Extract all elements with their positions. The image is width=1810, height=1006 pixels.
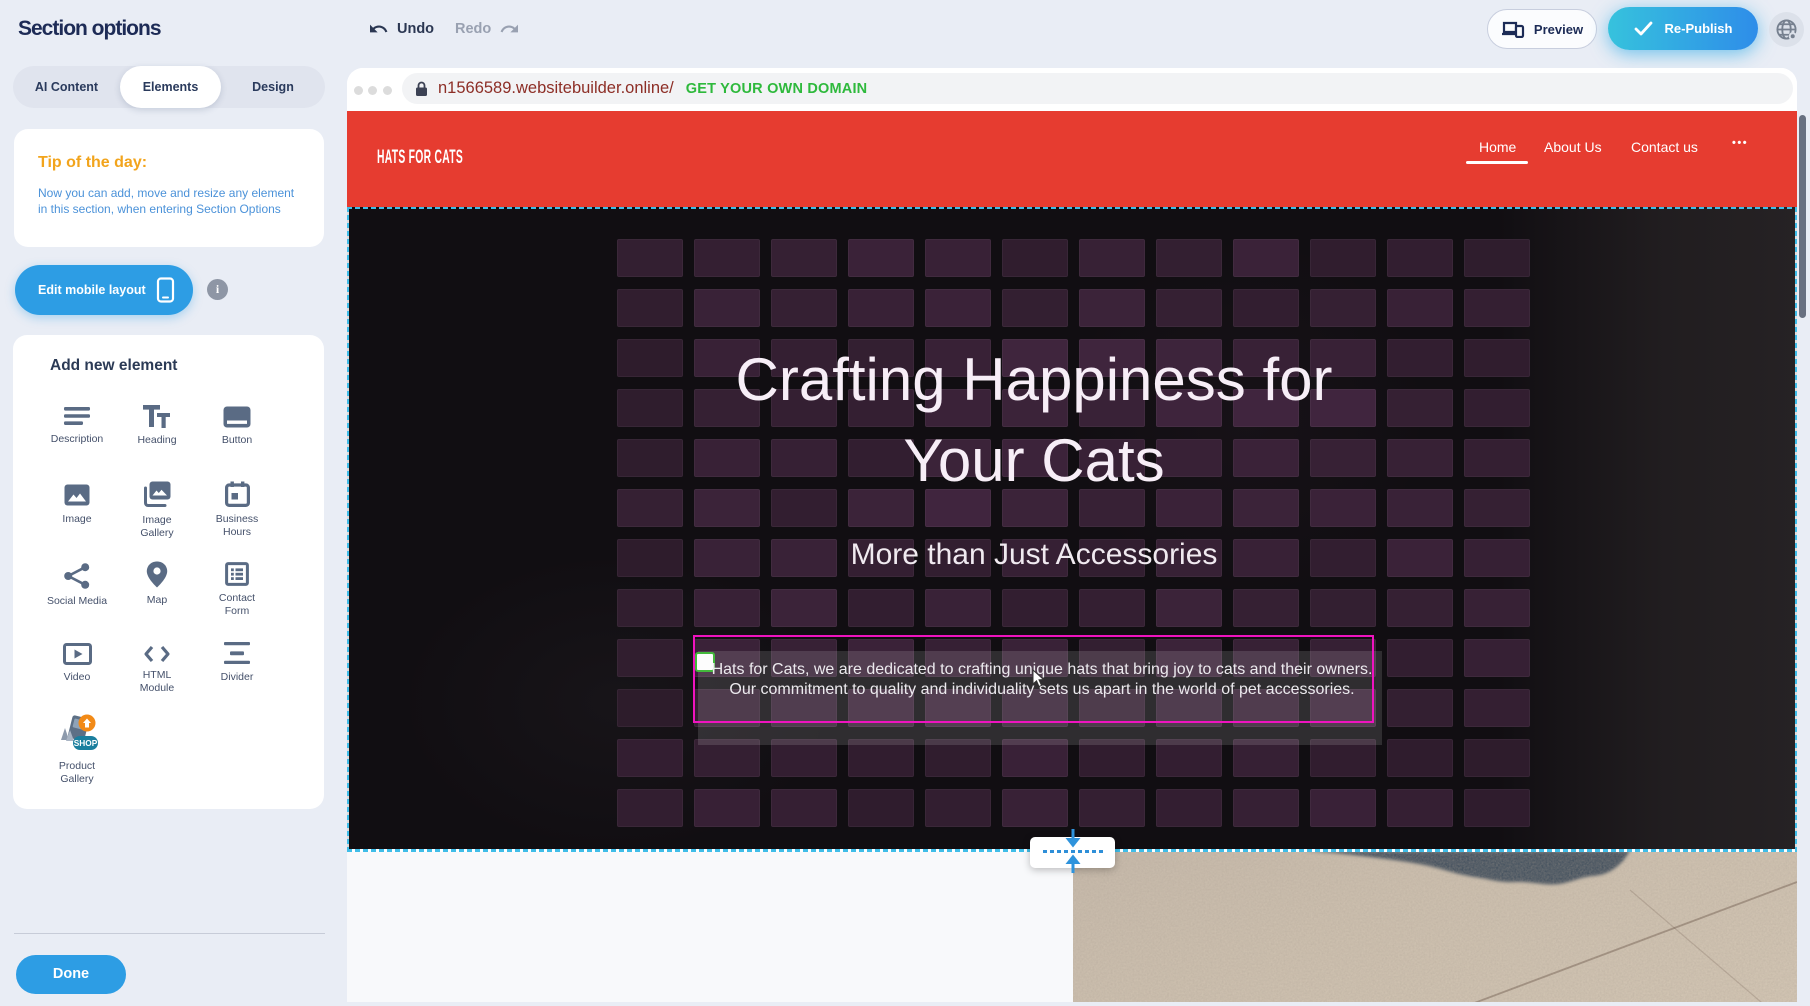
svg-text:SHOP: SHOP: [74, 738, 98, 748]
